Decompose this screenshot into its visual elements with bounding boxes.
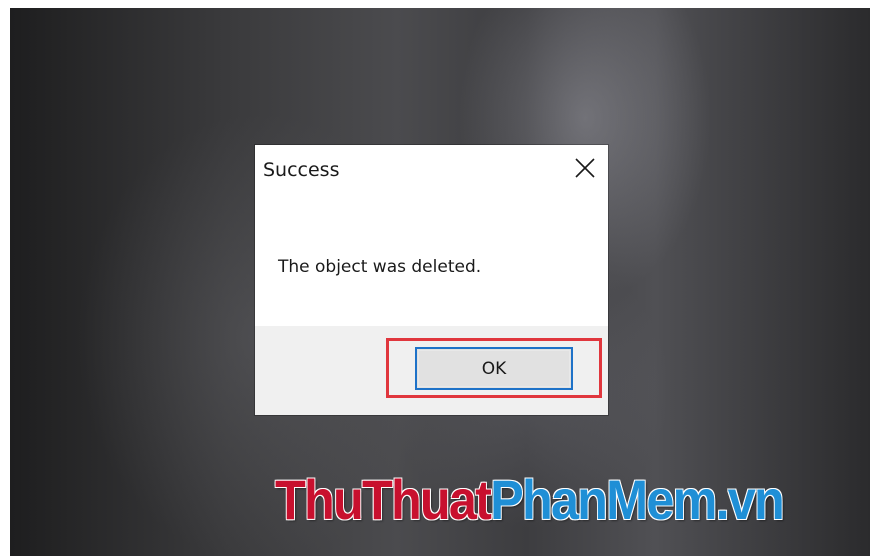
- dialog-titlebar[interactable]: Success: [255, 145, 608, 195]
- watermark-part-blue: PhanMem.vn: [490, 468, 785, 531]
- dialog-title: Success: [263, 159, 340, 181]
- message-dialog: Success The object was deleted. OK: [255, 145, 608, 415]
- close-icon: [575, 158, 595, 178]
- close-button[interactable]: [572, 155, 598, 181]
- ok-button[interactable]: OK: [415, 347, 573, 390]
- watermark-part-red: ThuThuat: [275, 468, 492, 531]
- dialog-message: The object was deleted.: [278, 257, 482, 277]
- dialog-footer: OK: [255, 326, 608, 415]
- watermark-logo: ThuThuatPhanMem.vn: [275, 472, 785, 528]
